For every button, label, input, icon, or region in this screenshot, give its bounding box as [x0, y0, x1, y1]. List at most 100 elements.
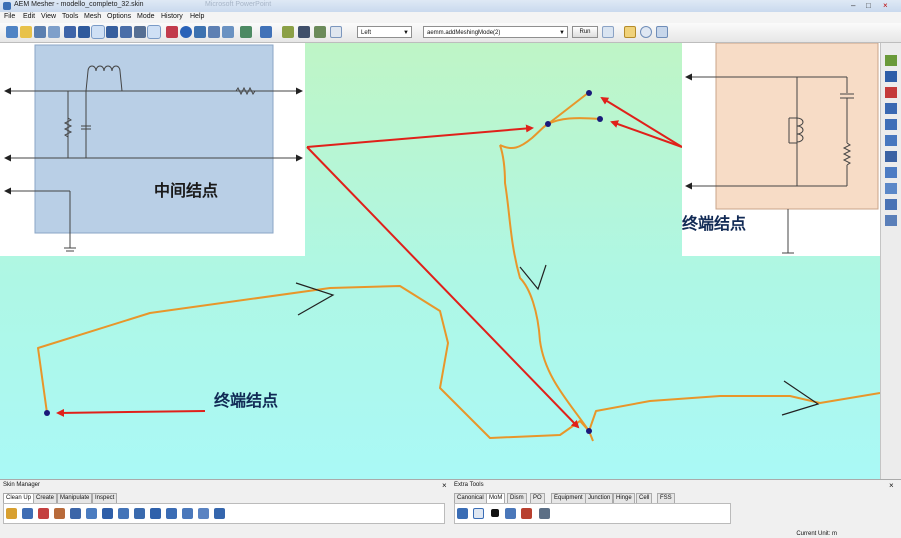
view-select[interactable]: Left ▼	[357, 26, 412, 38]
weld-icon[interactable]	[86, 508, 97, 519]
export-icon[interactable]	[48, 26, 60, 38]
volume-icon[interactable]	[120, 26, 132, 38]
view-select-value: Left	[361, 30, 372, 36]
viewport-canvas[interactable]: 中间结点 终端结点 终端结点	[0, 43, 880, 479]
terminal-node-label-right: 终端结点	[682, 216, 747, 233]
menu-history[interactable]: History	[161, 13, 183, 20]
collapse-icon[interactable]	[54, 508, 65, 519]
line-tool-icon[interactable]	[885, 55, 897, 66]
edge-icon[interactable]	[22, 508, 33, 519]
close-button[interactable]: ×	[883, 1, 888, 10]
merge-tool-icon[interactable]	[885, 135, 897, 146]
remove-icon[interactable]	[38, 508, 49, 519]
rotate-icon[interactable]	[314, 26, 326, 38]
chevron-down-icon: ▼	[403, 30, 409, 36]
zoom-icon[interactable]	[640, 26, 652, 38]
split-tool-icon[interactable]	[885, 119, 897, 130]
camera-icon[interactable]	[298, 26, 310, 38]
node-point	[44, 410, 50, 416]
menu-mode[interactable]: Mode	[137, 13, 155, 20]
flip-icon[interactable]	[166, 508, 177, 519]
terminal-node-inset: 终端结点	[682, 43, 880, 256]
node-tool-icon[interactable]	[885, 71, 897, 82]
menu-file[interactable]: File	[4, 13, 15, 20]
cut-icon[interactable]	[198, 508, 209, 519]
middle-node-circuit	[4, 44, 303, 252]
middle-node-inset: 中间结点	[0, 43, 305, 256]
copy-view-icon[interactable]	[656, 26, 668, 38]
arrow-to-left-node	[56, 408, 206, 417]
pencil-icon[interactable]	[6, 508, 17, 519]
menu-tools[interactable]: Tools	[62, 13, 78, 20]
node-point	[597, 116, 603, 122]
material-icon[interactable]	[166, 26, 178, 38]
move-tool-icon[interactable]	[885, 167, 897, 178]
script-icon[interactable]	[602, 26, 614, 38]
connect-tool-icon[interactable]	[885, 151, 897, 162]
branch-icon[interactable]	[539, 508, 550, 519]
middle-node-label: 中间结点	[154, 183, 219, 200]
node-point	[545, 121, 551, 127]
probe-icon[interactable]	[134, 26, 146, 38]
orient-icon[interactable]	[150, 508, 161, 519]
curve-icon[interactable]	[330, 26, 342, 38]
menu-edit[interactable]: Edit	[23, 13, 35, 20]
skin-manager-close[interactable]: ×	[442, 481, 447, 490]
main-toolbar: Left ▼ aemm.addMeshingMode(2) ▼ Run	[0, 23, 901, 43]
probe-tool-icon[interactable]	[885, 215, 897, 226]
grid-icon[interactable]	[260, 26, 272, 38]
save-icon[interactable]	[34, 26, 46, 38]
pick-icon[interactable]	[147, 25, 161, 39]
material-icon[interactable]	[521, 508, 532, 519]
command-input[interactable]: aemm.addMeshingMode(2) ▼	[423, 26, 568, 38]
window-title: AEM Mesher - modello_completo_32.skin	[14, 1, 144, 8]
stitch-icon[interactable]	[118, 508, 129, 519]
fit-view-icon[interactable]	[624, 26, 636, 38]
ground-icon[interactable]	[505, 508, 516, 519]
antenna-icon[interactable]	[473, 508, 484, 519]
exit-icon[interactable]	[240, 26, 252, 38]
background-window-title: Microsoft PowerPoint	[205, 1, 272, 8]
right-toolbar	[880, 43, 901, 479]
extra-tools-close[interactable]: ×	[889, 481, 894, 490]
menu-mesh[interactable]: Mesh	[84, 13, 101, 20]
current-unit-status: Current Unit: m	[796, 531, 837, 537]
load-icon[interactable]	[491, 509, 499, 517]
new-icon[interactable]	[6, 26, 18, 38]
command-input-value: aemm.addMeshingMode(2)	[427, 30, 501, 36]
extra-tools-title: Extra Tools	[454, 482, 484, 488]
extra-tools-panel	[454, 503, 731, 524]
delete-tool-icon[interactable]	[885, 199, 897, 210]
run-button[interactable]: Run	[572, 26, 598, 38]
snap-icon[interactable]	[70, 508, 81, 519]
copy-tool-icon[interactable]	[885, 183, 897, 194]
align-icon[interactable]	[102, 508, 113, 519]
ground-icon[interactable]	[208, 26, 220, 38]
transform-icon[interactable]	[282, 26, 294, 38]
bottom-panels: Skin Manager × Clean Up Create Manipulat…	[0, 479, 901, 538]
menu-view[interactable]: View	[41, 13, 56, 20]
info-icon[interactable]	[180, 26, 192, 38]
terminal-node-label-bottom: 终端结点	[214, 393, 279, 410]
wire-mode-icon[interactable]	[91, 25, 105, 39]
menu-help[interactable]: Help	[190, 13, 204, 20]
skin-manager-title: Skin Manager	[3, 482, 41, 488]
smooth-icon[interactable]	[134, 508, 145, 519]
maximize-button[interactable]: □	[866, 1, 871, 10]
mesh-icon[interactable]	[78, 26, 90, 38]
minimize-button[interactable]: –	[851, 1, 855, 10]
node-point	[586, 90, 592, 96]
surface-icon[interactable]	[106, 26, 118, 38]
antenna-icon[interactable]	[222, 26, 234, 38]
node-point	[586, 428, 592, 434]
wire-port-icon[interactable]	[457, 508, 468, 519]
repair-icon[interactable]	[182, 508, 193, 519]
port-icon[interactable]	[194, 26, 206, 38]
menu-options[interactable]: Options	[107, 13, 131, 20]
open-icon[interactable]	[20, 26, 32, 38]
check-icon[interactable]	[214, 508, 225, 519]
skin-manager-tools	[3, 503, 445, 524]
join-tool-icon[interactable]	[885, 103, 897, 114]
select-icon[interactable]	[64, 26, 76, 38]
cut-tool-icon[interactable]	[885, 87, 897, 98]
